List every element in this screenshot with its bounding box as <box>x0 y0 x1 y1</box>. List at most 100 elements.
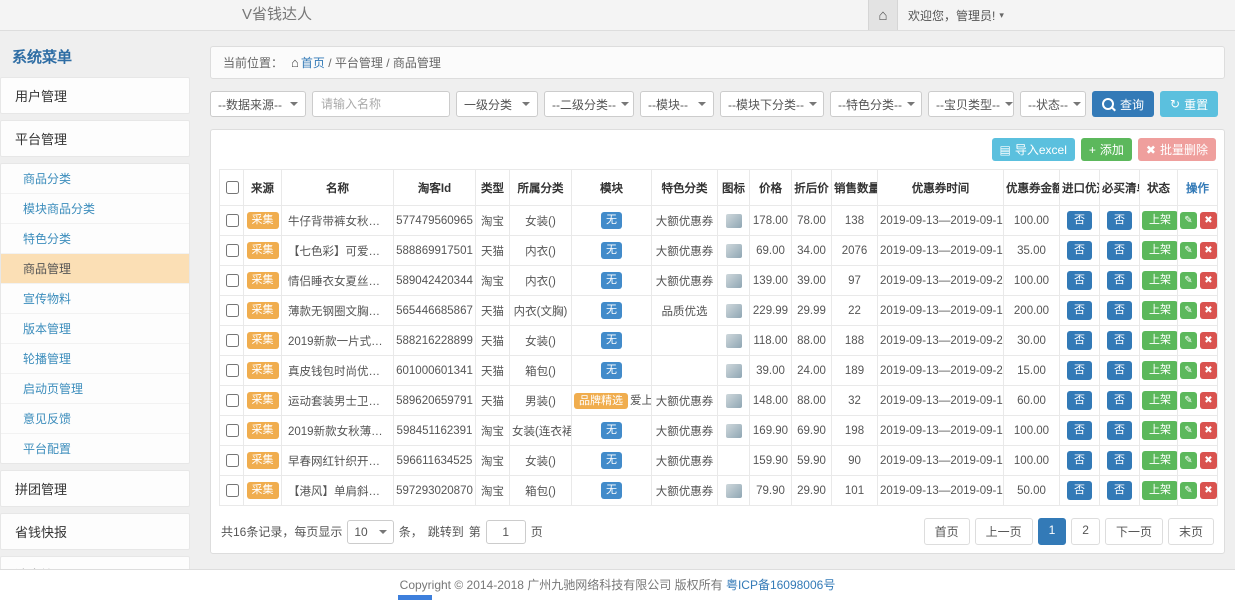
delete-button[interactable]: ✖ <box>1200 452 1217 469</box>
import-excel-button[interactable]: ▤ 导入excel <box>992 138 1075 161</box>
status-button[interactable]: 上架 <box>1142 241 1178 259</box>
status-button[interactable]: 上架 <box>1142 421 1178 439</box>
sidebar-subitem[interactable]: 版本管理 <box>1 314 189 344</box>
edit-button[interactable]: ✎ <box>1180 452 1197 469</box>
row-checkbox[interactable] <box>226 274 239 287</box>
edit-button[interactable]: ✎ <box>1180 422 1197 439</box>
import-optional-button[interactable]: 否 <box>1067 331 1092 349</box>
status-button[interactable]: 上架 <box>1142 331 1178 349</box>
horizontal-scrollbar-thumb[interactable] <box>398 595 432 600</box>
filter-select-module-sub-category[interactable]: --模块下分类-- <box>720 91 824 117</box>
breadcrumb-home-link[interactable]: 首页 <box>301 56 325 70</box>
page-button-2[interactable]: 2 <box>1071 518 1100 545</box>
must-buy-button[interactable]: 否 <box>1107 421 1132 439</box>
sidebar-item-platform[interactable]: 平台管理 <box>1 121 189 156</box>
filter-select-level1-category[interactable]: 一级分类 <box>456 91 538 117</box>
per-page-select[interactable]: 10 <box>347 520 393 544</box>
delete-button[interactable]: ✖ <box>1200 422 1217 439</box>
row-checkbox[interactable] <box>226 334 239 347</box>
import-optional-button[interactable]: 否 <box>1067 301 1092 319</box>
edit-button[interactable]: ✎ <box>1180 242 1197 259</box>
filter-select-feature-category[interactable]: --特色分类-- <box>830 91 922 117</box>
reset-button[interactable]: ↻ 重置 <box>1160 91 1218 117</box>
sidebar-item-user[interactable]: 用户管理 <box>1 78 189 113</box>
row-checkbox[interactable] <box>226 424 239 437</box>
filter-select-status[interactable]: --状态-- <box>1020 91 1086 117</box>
sidebar-item-groupbuy[interactable]: 拼团管理 <box>1 471 189 506</box>
delete-button[interactable]: ✖ <box>1200 242 1217 259</box>
import-optional-button[interactable]: 否 <box>1067 361 1092 379</box>
sidebar-subitem[interactable]: 平台配置 <box>1 434 189 463</box>
import-optional-button[interactable]: 否 <box>1067 391 1092 409</box>
must-buy-button[interactable]: 否 <box>1107 361 1132 379</box>
must-buy-button[interactable]: 否 <box>1107 211 1132 229</box>
page-button-1[interactable]: 1 <box>1038 518 1067 545</box>
edit-button[interactable]: ✎ <box>1180 212 1197 229</box>
import-optional-button[interactable]: 否 <box>1067 481 1092 499</box>
status-button[interactable]: 上架 <box>1142 361 1178 379</box>
filter-select-module[interactable]: --模块-- <box>640 91 714 117</box>
edit-button[interactable]: ✎ <box>1180 362 1197 379</box>
delete-button[interactable]: ✖ <box>1200 362 1217 379</box>
status-button[interactable]: 上架 <box>1142 451 1178 469</box>
filter-select-data-source[interactable]: --数据来源-- <box>210 91 306 117</box>
row-checkbox[interactable] <box>226 364 239 377</box>
filter-select-item-type[interactable]: --宝贝类型-- <box>928 91 1014 117</box>
delete-button[interactable]: ✖ <box>1200 302 1217 319</box>
row-checkbox[interactable] <box>226 304 239 317</box>
status-button[interactable]: 上架 <box>1142 211 1178 229</box>
import-optional-button[interactable]: 否 <box>1067 451 1092 469</box>
page-button-prev[interactable]: 上一页 <box>975 518 1033 545</box>
sidebar-subitem[interactable]: 宣传物料 <box>1 284 189 314</box>
delete-button[interactable]: ✖ <box>1200 392 1217 409</box>
filter-input-name[interactable] <box>312 91 450 117</box>
must-buy-button[interactable]: 否 <box>1107 481 1132 499</box>
page-button-next[interactable]: 下一页 <box>1105 518 1163 545</box>
batch-delete-button[interactable]: ✖ 批量删除 <box>1138 138 1216 161</box>
sidebar-subitem[interactable]: 商品管理 <box>1 254 189 284</box>
sidebar-subitem[interactable]: 轮播管理 <box>1 344 189 374</box>
row-checkbox[interactable] <box>226 244 239 257</box>
edit-button[interactable]: ✎ <box>1180 272 1197 289</box>
must-buy-button[interactable]: 否 <box>1107 451 1132 469</box>
must-buy-button[interactable]: 否 <box>1107 391 1132 409</box>
must-buy-button[interactable]: 否 <box>1107 271 1132 289</box>
import-optional-button[interactable]: 否 <box>1067 241 1092 259</box>
edit-button[interactable]: ✎ <box>1180 392 1197 409</box>
row-checkbox[interactable] <box>226 484 239 497</box>
row-checkbox[interactable] <box>226 394 239 407</box>
edit-button[interactable]: ✎ <box>1180 332 1197 349</box>
delete-button[interactable]: ✖ <box>1200 212 1217 229</box>
add-button[interactable]: + 添加 <box>1081 138 1132 161</box>
select-all-checkbox[interactable] <box>226 181 239 194</box>
home-button[interactable]: ⌂ <box>868 0 898 30</box>
filter-select-level2-category[interactable]: --二级分类-- <box>544 91 634 117</box>
must-buy-button[interactable]: 否 <box>1107 301 1132 319</box>
sidebar-subitem[interactable]: 模块商品分类 <box>1 194 189 224</box>
icp-link[interactable]: 粤ICP备16098006号 <box>726 578 835 592</box>
page-number-input[interactable] <box>486 520 526 544</box>
search-button[interactable]: 查询 <box>1092 91 1154 117</box>
sidebar-subitem[interactable]: 特色分类 <box>1 224 189 254</box>
sidebar-item-express[interactable]: 省钱快报 <box>1 514 189 549</box>
page-button-last[interactable]: 末页 <box>1168 518 1214 545</box>
edit-button[interactable]: ✎ <box>1180 302 1197 319</box>
import-optional-button[interactable]: 否 <box>1067 421 1092 439</box>
must-buy-button[interactable]: 否 <box>1107 241 1132 259</box>
user-menu[interactable]: 欢迎您，管理员! ▾ <box>898 7 1014 24</box>
sidebar-subitem[interactable]: 启动页管理 <box>1 374 189 404</box>
delete-button[interactable]: ✖ <box>1200 332 1217 349</box>
sidebar-subitem[interactable]: 意见反馈 <box>1 404 189 434</box>
status-button[interactable]: 上架 <box>1142 481 1178 499</box>
import-optional-button[interactable]: 否 <box>1067 271 1092 289</box>
import-optional-button[interactable]: 否 <box>1067 211 1092 229</box>
page-button-first[interactable]: 首页 <box>924 518 970 545</box>
delete-button[interactable]: ✖ <box>1200 272 1217 289</box>
status-button[interactable]: 上架 <box>1142 391 1178 409</box>
must-buy-button[interactable]: 否 <box>1107 331 1132 349</box>
delete-button[interactable]: ✖ <box>1200 482 1217 499</box>
status-button[interactable]: 上架 <box>1142 271 1178 289</box>
status-button[interactable]: 上架 <box>1142 301 1178 319</box>
sidebar-subitem[interactable]: 商品分类 <box>1 164 189 194</box>
row-checkbox[interactable] <box>226 214 239 227</box>
